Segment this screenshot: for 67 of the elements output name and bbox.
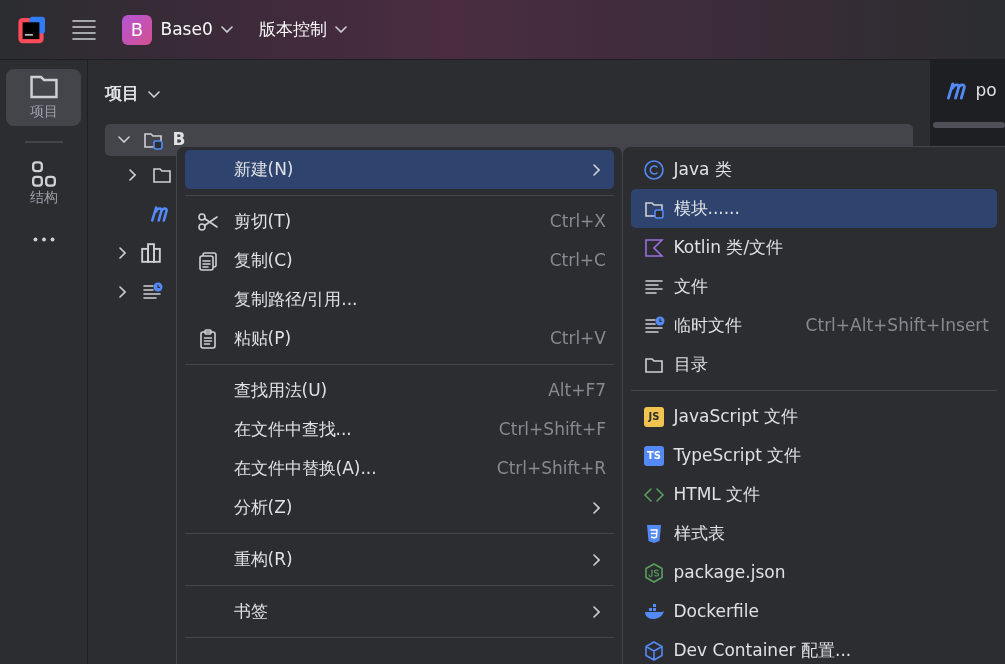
- hexagon-icon: [643, 561, 665, 584]
- menu-item[interactable]: TS TypeScript 文件: [631, 436, 997, 475]
- more-icon: [32, 237, 55, 243]
- ts-file-icon: TS: [644, 445, 664, 466]
- shortcut-text: Ctrl+V: [549, 326, 606, 350]
- copy-icon: [197, 249, 219, 272]
- menu-item[interactable]: Dev Container 配置...: [631, 631, 997, 664]
- menu-item[interactable]: 模块......: [631, 189, 997, 228]
- project-selector[interactable]: B Base0: [122, 14, 234, 45]
- shortcut-text: Alt+F7: [548, 378, 606, 402]
- menu-item[interactable]: 粘贴(P) Ctrl+V: [185, 319, 614, 358]
- library-icon: [140, 243, 161, 264]
- project-tool-button[interactable]: 项目: [6, 68, 81, 126]
- chevron-right-icon: [593, 163, 600, 176]
- menu-item[interactable]: Dockerfile: [631, 592, 997, 631]
- menu-item[interactable]: 在文件中查找... Ctrl+Shift+F: [185, 410, 614, 449]
- scrollbar: [933, 122, 1005, 128]
- menu-item[interactable]: 临时文件 Ctrl+Alt+Shift+Insert: [631, 306, 997, 345]
- cube-icon: [643, 639, 665, 662]
- shortcut-text: Ctrl+X: [549, 209, 606, 233]
- shortcut-text: Ctrl+Shift+R: [496, 456, 606, 480]
- maven-file-icon: [947, 82, 967, 100]
- menu-item[interactable]: 新建(N): [185, 150, 614, 189]
- chevron-right-icon: [119, 286, 126, 299]
- menu-item[interactable]: 目录: [631, 345, 997, 384]
- shortcut-text: Ctrl+Shift+F: [498, 417, 606, 441]
- menu-item[interactable]: 文件: [631, 267, 997, 306]
- menu-item[interactable]: 剪切(T) Ctrl+X: [185, 202, 614, 241]
- vcs-label: 版本控制: [258, 17, 327, 41]
- menu-item[interactable]: 样式表: [631, 514, 997, 553]
- menu-icon: [70, 19, 97, 40]
- menu-item[interactable]: package.json: [631, 553, 997, 592]
- chevron-right-icon: [593, 501, 600, 514]
- chevron-down-icon: [221, 26, 234, 33]
- tree-label: B: [172, 128, 186, 151]
- kotlin-icon: [643, 236, 665, 259]
- vcs-menu[interactable]: 版本控制: [258, 16, 348, 43]
- shortcut-text: Ctrl+Alt+Shift+Insert: [805, 313, 989, 337]
- scissors-icon: [197, 210, 219, 233]
- chevron-right-icon: [129, 169, 136, 182]
- structure-icon: [30, 161, 57, 188]
- menu-item[interactable]: 书签: [185, 592, 614, 631]
- menu-item[interactable]: HTML 文件: [631, 475, 997, 514]
- menu-item[interactable]: 在文件中替换(A)... Ctrl+Shift+R: [185, 449, 614, 488]
- menu-item[interactable]: 复制路径/引用...: [185, 280, 614, 319]
- chevron-right-icon: [593, 605, 600, 618]
- menu-item[interactable]: JS JavaScript 文件: [631, 397, 997, 436]
- menu-item[interactable]: 重构(R): [185, 540, 614, 579]
- class-icon: [643, 158, 665, 181]
- js-file-icon: JS: [644, 406, 664, 427]
- shortcut-text: Ctrl+C: [549, 248, 606, 272]
- editor-tab[interactable]: po: [930, 60, 1005, 122]
- project-name: Base0: [160, 17, 213, 41]
- chevron-down-icon: [147, 90, 160, 98]
- clipboard-icon: [197, 327, 219, 350]
- menu-item[interactable]: Kotlin 类/文件: [631, 228, 997, 267]
- maven-file-icon: [150, 205, 169, 224]
- chevron-right-icon: [119, 247, 126, 260]
- menu-item[interactable]: 分析(Z): [185, 488, 614, 527]
- panel-title: 项目: [105, 82, 139, 106]
- app-logo-icon: [17, 15, 45, 44]
- project-badge: B: [122, 14, 152, 45]
- structure-tool-button[interactable]: 结构: [6, 157, 81, 213]
- menu-item[interactable]: 查找用法(U) Alt+F7: [185, 371, 614, 410]
- chevron-down-icon: [335, 26, 348, 33]
- menu-item[interactable]: 复制(C) Ctrl+C: [185, 241, 614, 280]
- chevron-right-icon: [593, 553, 600, 566]
